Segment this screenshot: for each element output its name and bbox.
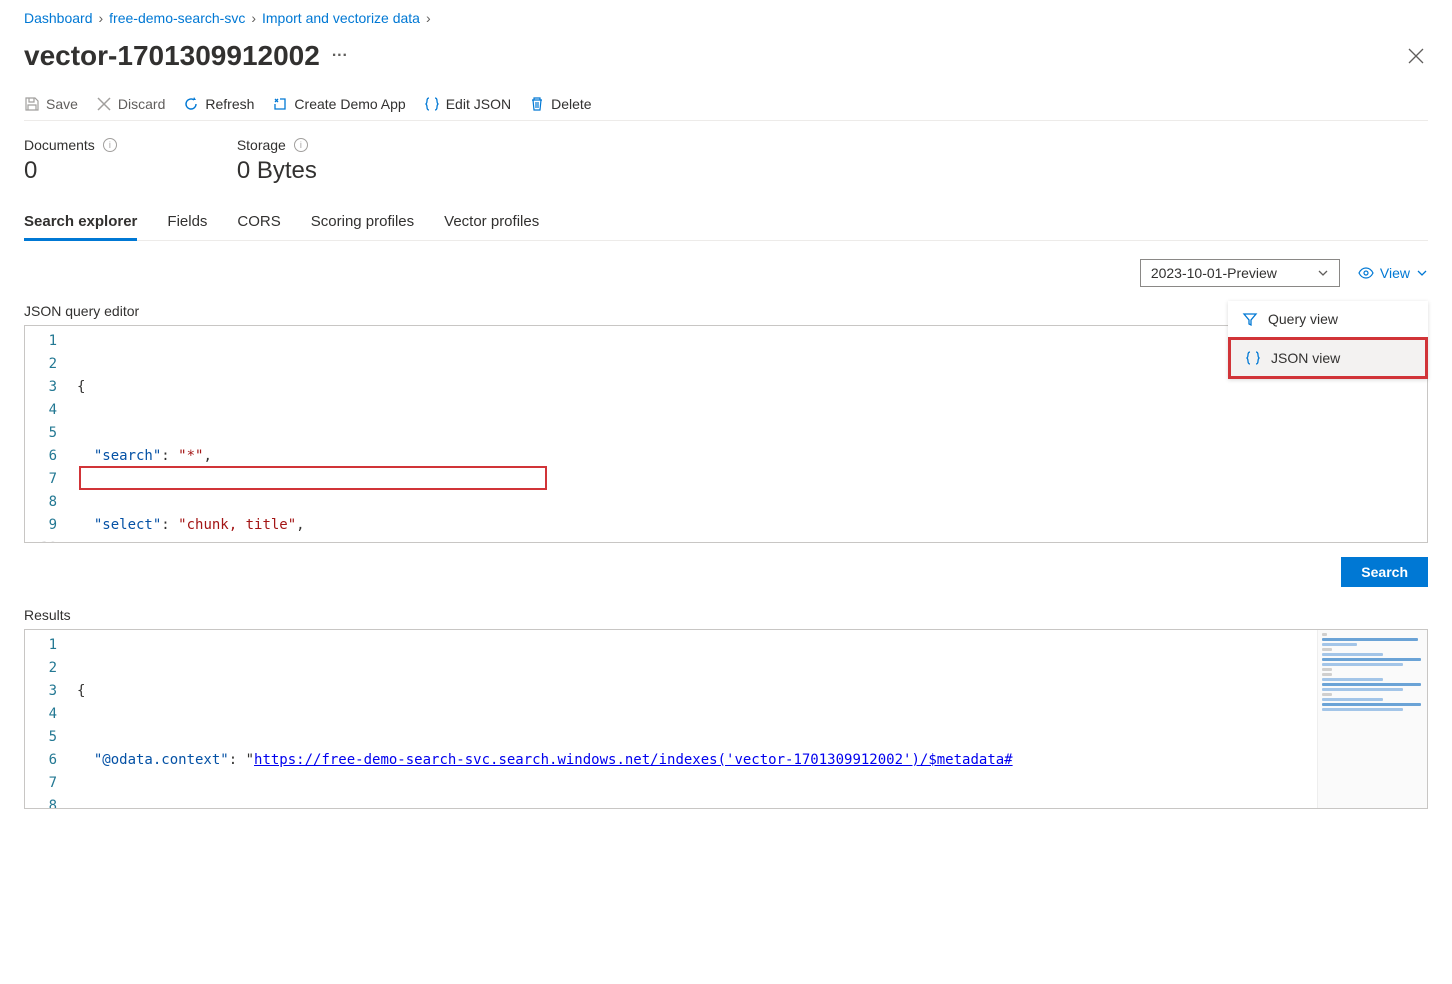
save-icon: [24, 96, 40, 112]
chevron-right-icon: ›: [426, 10, 431, 26]
code-area[interactable]: { "search": "*", "select": "chunk, title…: [71, 326, 1427, 542]
tabs: Search explorer Fields CORS Scoring prof…: [24, 205, 1428, 241]
view-bar: 2023-10-01-Preview View Query view JSON …: [24, 241, 1428, 297]
tab-fields[interactable]: Fields: [167, 205, 207, 240]
tab-cors[interactable]: CORS: [237, 205, 280, 240]
results-code[interactable]: { "@odata.context": "https://free-demo-s…: [71, 630, 1317, 808]
breadcrumb-item-dashboard[interactable]: Dashboard: [24, 10, 93, 26]
stats-row: Documents i 0 Storage i 0 Bytes: [24, 121, 1428, 205]
refresh-icon: [183, 96, 199, 112]
page-title: vector-1701309912002: [24, 40, 320, 72]
discard-button[interactable]: Discard: [96, 96, 165, 112]
trash-icon: [529, 96, 545, 112]
save-button[interactable]: Save: [24, 96, 78, 112]
info-icon[interactable]: i: [103, 138, 117, 152]
edit-json-button[interactable]: Edit JSON: [424, 96, 511, 112]
actions-row: Search: [24, 543, 1428, 601]
minimap[interactable]: [1317, 630, 1427, 808]
close-icon[interactable]: [1404, 44, 1428, 68]
demo-app-icon: [272, 96, 288, 112]
line-gutter: 1 2 3 4 5 6 7 8 9 10: [25, 326, 71, 542]
chevron-down-icon: [1317, 267, 1329, 279]
line-gutter: 1 2 3 4 5 6 7 8: [25, 630, 71, 808]
results-editor[interactable]: 1 2 3 4 5 6 7 8 { "@odata.context": "htt…: [24, 629, 1428, 809]
delete-button[interactable]: Delete: [529, 96, 591, 112]
filter-icon: [1242, 311, 1258, 327]
api-version-select[interactable]: 2023-10-01-Preview: [1140, 259, 1340, 287]
toolbar: Save Discard Refresh Create Demo App Edi…: [24, 88, 1428, 121]
chevron-right-icon: ›: [99, 10, 104, 26]
discard-icon: [96, 96, 112, 112]
breadcrumb-item-service[interactable]: free-demo-search-svc: [109, 10, 245, 26]
editor-label: JSON query editor: [24, 297, 1428, 325]
json-query-editor[interactable]: 1 2 3 4 5 6 7 8 9 10 { "search": "*", "s…: [24, 325, 1428, 543]
info-icon[interactable]: i: [294, 138, 308, 152]
search-button[interactable]: Search: [1341, 557, 1428, 587]
view-option-query[interactable]: Query view: [1228, 301, 1428, 337]
breadcrumb-item-import[interactable]: Import and vectorize data: [262, 10, 420, 26]
create-demo-button[interactable]: Create Demo App: [272, 96, 405, 112]
highlight-box: [79, 466, 547, 490]
braces-icon: [424, 96, 440, 112]
chevron-right-icon: ›: [251, 10, 256, 26]
stat-documents: Documents i 0: [24, 137, 117, 185]
view-option-json[interactable]: JSON view: [1228, 337, 1428, 379]
tab-search-explorer[interactable]: Search explorer: [24, 205, 137, 240]
tab-scoring-profiles[interactable]: Scoring profiles: [311, 205, 414, 240]
tab-vector-profiles[interactable]: Vector profiles: [444, 205, 539, 240]
eye-icon: [1358, 265, 1374, 281]
view-dropdown: Query view JSON view: [1228, 301, 1428, 379]
breadcrumb: Dashboard › free-demo-search-svc › Impor…: [24, 0, 1428, 36]
view-toggle[interactable]: View: [1358, 265, 1428, 281]
more-icon[interactable]: ···: [332, 47, 348, 65]
braces-icon: [1245, 350, 1261, 366]
chevron-down-icon: [1416, 267, 1428, 279]
stat-storage: Storage i 0 Bytes: [237, 137, 317, 185]
refresh-button[interactable]: Refresh: [183, 96, 254, 112]
page-header: vector-1701309912002 ···: [24, 36, 1428, 88]
results-label: Results: [24, 601, 1428, 629]
